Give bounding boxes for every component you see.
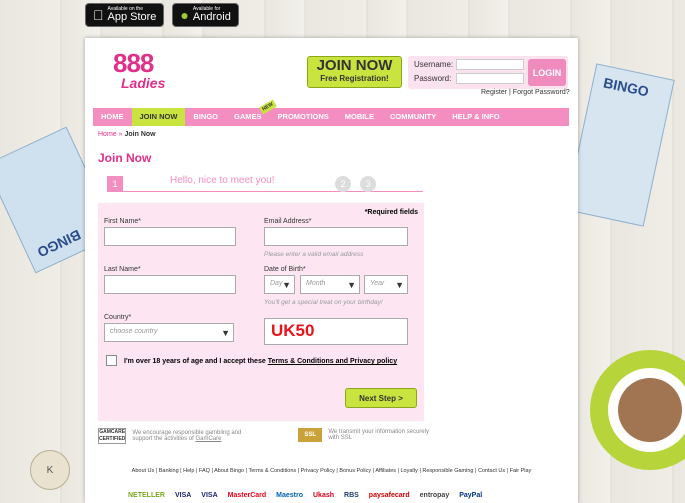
responsible-gambling: GAMCARE CERTIFIED We encourage responsib…	[98, 428, 258, 444]
username-label: Username:	[414, 60, 454, 69]
step-1: 1	[107, 176, 123, 192]
main-panel: 888 Ladies JOIN NOW Free Registration! U…	[85, 38, 578, 503]
responsible-text: We encourage responsible gambling and su…	[132, 430, 242, 442]
bingo-card-text: BINGO	[602, 74, 651, 100]
nav-bingo[interactable]: BINGO	[185, 108, 226, 126]
ssl-info: SSL We transmit your information securel…	[298, 428, 438, 442]
android-badge[interactable]: ● Available for Android	[172, 3, 239, 27]
step-2: 2	[335, 176, 351, 192]
breadcrumb-current: Join Now	[124, 131, 156, 138]
neteller-logo: NETELLER	[128, 492, 165, 499]
first-name-label: First Name*	[104, 218, 141, 225]
account-links: Register | Forgot Password?	[481, 89, 570, 96]
step-3: 3	[360, 176, 376, 192]
nav-mobile[interactable]: MOBILE	[337, 108, 382, 126]
step-greeting: Hello, nice to meet you!	[170, 175, 275, 186]
store-big: Android	[182, 11, 231, 23]
visa-logo: VISA	[174, 492, 192, 499]
country-select[interactable]: choose country ▼	[104, 323, 234, 342]
email-label: Email Address*	[264, 218, 312, 225]
promo-code-input[interactable]: UK50	[264, 318, 408, 345]
register-link[interactable]: Register	[481, 89, 507, 96]
maestro-logo: Maestro	[276, 492, 303, 499]
gamcare-badge[interactable]: GAMCARE CERTIFIED	[98, 428, 127, 444]
payment-logos: NETELLER VISA VISA MasterCard Maestro Uk…	[125, 491, 485, 500]
chevron-down-icon: ▼	[282, 280, 291, 290]
last-name-input[interactable]	[104, 275, 236, 294]
password-input[interactable]	[456, 73, 524, 84]
paypal-logo: PayPal	[459, 492, 483, 499]
chevron-down-icon: ▼	[347, 280, 356, 290]
email-input[interactable]	[264, 227, 408, 246]
page-title: Join Now	[98, 151, 152, 165]
dob-label: Date of Birth*	[264, 266, 306, 273]
day-placeholder: Day	[270, 280, 283, 287]
login-box: Username: Password: LOGIN	[408, 56, 568, 89]
footer-links[interactable]: About Us | Banking | Help | FAQ | About …	[85, 468, 578, 474]
year-placeholder: Year	[370, 280, 385, 287]
join-title: JOIN NOW	[316, 57, 393, 74]
nav-help[interactable]: HELP & INFO	[444, 108, 507, 126]
dob-hint: You'll get a special treat on your birth…	[264, 299, 383, 306]
country-placeholder: choose country	[110, 328, 158, 335]
breadcrumb: Home » Join Now	[98, 131, 156, 138]
login-button[interactable]: LOGIN	[528, 59, 566, 86]
year-select[interactable]: Year ▼	[364, 275, 408, 294]
apple-icon: 	[93, 8, 104, 22]
password-label: Password:	[414, 74, 452, 83]
registration-form: *Required fields First Name* Last Name* …	[98, 203, 424, 421]
logo-bottom: Ladies	[121, 75, 166, 91]
chevron-down-icon: ▼	[395, 280, 404, 290]
ssl-text: We transmit your information securely wi…	[328, 429, 429, 441]
visa-electron-logo: VISA	[201, 492, 218, 499]
ukash-logo: Ukash	[313, 492, 335, 499]
forgot-password-link[interactable]: Forgot Password?	[513, 89, 570, 96]
logo[interactable]: 888 Ladies	[113, 50, 193, 100]
nav-home[interactable]: HOME	[93, 108, 132, 126]
main-nav: HOME JOIN NOW BINGO GAMES NEW PROMOTIONS …	[93, 99, 569, 126]
month-placeholder: Month	[306, 280, 326, 287]
bingo-card-text: BINGO	[34, 226, 84, 261]
android-icon: ●	[180, 8, 188, 22]
email-hint: Please enter a valid email address	[264, 251, 364, 258]
store-big: App Store	[97, 11, 157, 23]
day-select[interactable]: Day ▼	[264, 275, 295, 294]
app-store-badges:  Available on theApp Store ● Available …	[85, 3, 239, 27]
country-label: Country*	[104, 314, 132, 321]
entropay-logo: entropay	[419, 492, 450, 499]
agree-label: I'm over 18 years of age and I accept th…	[124, 358, 268, 365]
mastercard-logo: MasterCard	[227, 492, 267, 499]
next-step-button[interactable]: Next Step >	[345, 388, 417, 408]
ssl-badge: SSL	[298, 428, 323, 442]
username-input[interactable]	[456, 59, 524, 70]
month-select[interactable]: Month ▼	[300, 275, 360, 294]
join-subtitle: Free Registration!	[320, 74, 389, 83]
bingo-ball-image: K	[30, 450, 70, 490]
rbs-logo: RBS	[344, 492, 359, 499]
nav-join-now[interactable]: JOIN NOW	[131, 108, 186, 126]
nav-promotions[interactable]: PROMOTIONS	[270, 108, 337, 126]
agree-checkbox[interactable]	[106, 355, 117, 366]
nav-games[interactable]: GAMES NEW	[226, 99, 277, 126]
paysafecard-logo: paysafecard	[368, 492, 410, 499]
logo-top: 888	[113, 48, 154, 78]
app-store-badge[interactable]:  Available on theApp Store	[85, 3, 165, 27]
ball-letter: K	[46, 464, 54, 476]
last-name-label: Last Name*	[104, 266, 141, 273]
tea-cup-image	[590, 350, 685, 470]
bingo-card-right: BINGO	[565, 63, 675, 227]
gamcare-link[interactable]: GamCare	[195, 436, 221, 442]
nav-community[interactable]: COMMUNITY	[382, 108, 444, 126]
required-note: *Required fields	[364, 209, 418, 216]
join-now-button[interactable]: JOIN NOW Free Registration!	[307, 56, 402, 88]
step-indicator: 1 Hello, nice to meet you! 2 3	[107, 175, 423, 192]
terms-link[interactable]: Terms & Conditions and Privacy policy	[268, 358, 397, 365]
breadcrumb-home[interactable]: Home	[98, 131, 117, 138]
nav-games-label: GAMES	[234, 112, 262, 121]
first-name-input[interactable]	[104, 227, 236, 246]
agree-text: I'm over 18 years of age and I accept th…	[124, 356, 414, 367]
chevron-down-icon: ▼	[221, 328, 230, 338]
